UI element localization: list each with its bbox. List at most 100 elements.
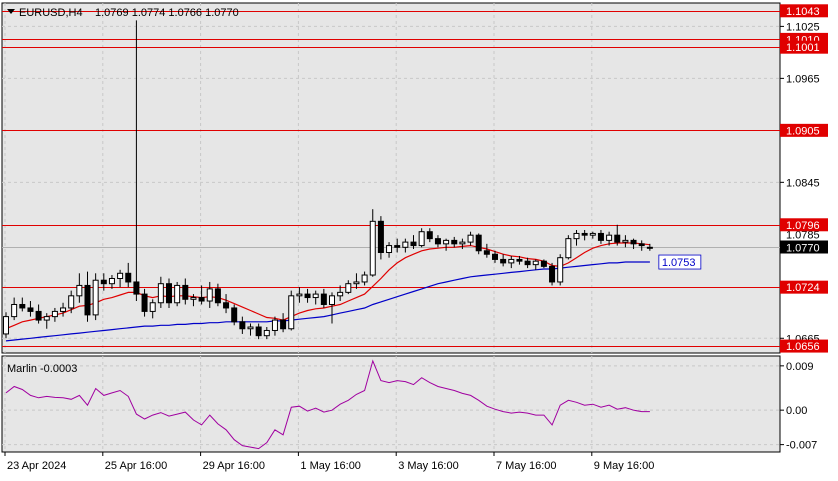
candle-body (231, 307, 238, 323)
candle-body (157, 283, 164, 304)
candle-body (108, 277, 115, 285)
candle-body (508, 258, 515, 264)
candle-body (557, 257, 564, 283)
symbol-timeframe: EURUSD,H4 (19, 7, 83, 19)
candle-body (76, 284, 83, 297)
candle-11[interactable] (92, 273, 99, 321)
candle-body (174, 284, 181, 304)
candle-body (467, 234, 474, 243)
candle-body (141, 293, 148, 312)
price-tick-0: 1.1025 (786, 21, 820, 33)
candle-body (361, 274, 368, 283)
time-tick-3: 1 May 16:00 (300, 460, 361, 472)
osc-tick-1: 0.00 (786, 405, 807, 417)
price-tick-2: 1.0845 (786, 177, 820, 189)
candle-body (288, 295, 295, 330)
candle-28[interactable] (231, 304, 238, 326)
level-label-text: 1.0796 (786, 220, 820, 232)
candle-body (353, 281, 360, 285)
candle-body (434, 238, 441, 245)
ma-slow-label-text: 1.0753 (662, 257, 696, 269)
candle-body (35, 310, 42, 321)
level-label-text: 1.1001 (786, 42, 820, 54)
candle-58[interactable] (475, 233, 482, 255)
candle-35[interactable] (288, 290, 295, 331)
candle-67[interactable] (549, 262, 556, 286)
candle-body (125, 272, 132, 283)
level-label-1.0656: 1.0656 (780, 339, 828, 353)
candle-body (11, 303, 18, 318)
candle-body (369, 220, 376, 276)
trading-chart[interactable]: 1.1025 1.0965 1.0845 1.0665 1.0785 1.1043 1.10… (0, 0, 838, 476)
candle-body (614, 234, 621, 243)
candle-body (394, 245, 401, 248)
time-tick-6: 9 May 16:00 (594, 460, 655, 472)
candle-body (630, 239, 637, 245)
candle-0[interactable] (3, 312, 9, 339)
ma-slow-value-label: 1.0753 (658, 254, 702, 270)
candle-body (418, 231, 425, 247)
candle-body (198, 297, 205, 302)
candle-body (345, 283, 352, 293)
level-label-1.0905: 1.0905 (780, 123, 828, 137)
candle-46[interactable] (377, 216, 384, 260)
candle-body (516, 258, 523, 262)
chart-header: EURUSD,H4 1.0769 1.0774 1.0766 1.0770 (7, 7, 239, 19)
candle-body (223, 302, 230, 309)
level-label-1.0796: 1.0796 (780, 218, 828, 232)
candle-69[interactable] (565, 235, 572, 260)
candle-body (492, 253, 498, 260)
level-label-1.1043: 1.1043 (780, 4, 828, 18)
candle-body (549, 265, 556, 283)
candle-body (410, 241, 417, 247)
candle-body (312, 293, 319, 299)
oscillator-title: Marlin -0.0003 (7, 363, 77, 375)
time-tick-1: 25 Apr 16:00 (105, 460, 167, 472)
level-label-text: 1.0724 (786, 282, 820, 294)
level-label-text: 1.0905 (786, 125, 820, 137)
candle-body (532, 260, 539, 266)
candle-body (280, 319, 287, 330)
candle-body (524, 260, 531, 266)
candle-body (247, 326, 254, 330)
candle-body (51, 310, 58, 318)
candle-66[interactable] (540, 259, 547, 269)
candle-body (100, 279, 107, 285)
candle-body (622, 239, 629, 243)
candle-21[interactable] (174, 281, 181, 307)
oscillator-panel[interactable] (1, 355, 781, 453)
candle-body (271, 319, 278, 331)
price-panel[interactable] (1, 2, 781, 354)
candle-body (500, 258, 507, 264)
candle-body (475, 234, 482, 252)
candle-body (540, 260, 547, 267)
candle-body (459, 241, 466, 245)
candle-body (646, 246, 653, 249)
ohlc-values: 1.0769 1.0774 1.0766 1.0770 (95, 7, 239, 19)
candle-body (320, 293, 327, 305)
candle-body (426, 231, 433, 240)
candle-body (581, 232, 588, 236)
candle-body (92, 279, 99, 316)
candle-body (402, 241, 409, 248)
candle-body (19, 303, 26, 309)
candle-body (149, 302, 156, 312)
candle-body (60, 307, 67, 312)
price-tick-1: 1.0965 (786, 73, 820, 85)
candle-body (296, 293, 303, 297)
candle-body (3, 316, 9, 335)
candle-body (166, 283, 172, 304)
chart-canvas[interactable]: 1.10251.09651.08451.06651.07851.10431.10… (0, 0, 838, 476)
level-label-text: 1.0656 (786, 341, 820, 353)
time-tick-2: 29 Apr 16:00 (203, 460, 265, 472)
candle-body (84, 284, 91, 316)
candle-body (573, 232, 580, 240)
candle-body (214, 288, 221, 304)
candle-body (597, 232, 604, 241)
time-tick-0: 23 Apr 2024 (7, 460, 66, 472)
candle-68[interactable] (557, 254, 564, 286)
candle-body (239, 321, 246, 330)
osc-tick-0: 0.009 (786, 361, 814, 373)
candle-body (27, 307, 34, 312)
candle-body (68, 295, 75, 309)
